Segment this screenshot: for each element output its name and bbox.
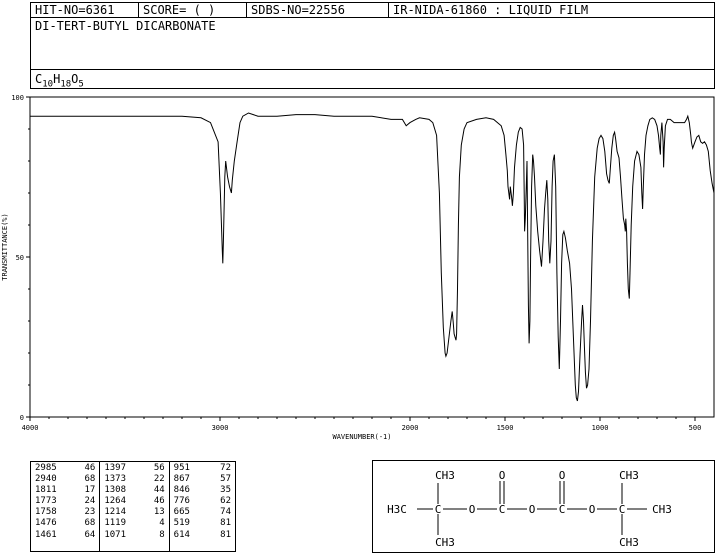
x-tick-label: 3000 xyxy=(212,424,229,432)
peak-wavenumber: 1264 xyxy=(104,496,127,507)
peak-transmittance: 72 xyxy=(220,463,232,473)
peak-row: 951 72 xyxy=(174,463,231,474)
peak-wavenumber: 2985 xyxy=(35,463,57,473)
y-tick-label: 50 xyxy=(16,254,24,262)
plot-frame xyxy=(29,96,715,418)
peak-row: 867 57 xyxy=(174,474,231,485)
peak-transmittance: 68 xyxy=(84,518,96,529)
methyl-top-right: CH3 xyxy=(619,469,639,482)
methyl-left: H3C xyxy=(387,503,407,516)
y-tick-label: 0 xyxy=(20,414,24,422)
y-tick-label: 100 xyxy=(11,94,24,102)
peak-column: 2985 46 2940 68 1811 17 1773 24 1758 23 1476 68 1461… xyxy=(31,462,101,551)
peak-transmittance: 22 xyxy=(153,474,165,485)
oxygen-3: O xyxy=(589,503,596,516)
y-axis-label: TRANSMITTANCE(%) xyxy=(1,213,9,280)
peak-transmittance: 13 xyxy=(153,507,165,518)
x-tick-label: 4000 xyxy=(22,424,39,432)
peak-transmittance: 4 xyxy=(159,518,165,529)
x-tick-label: 1500 xyxy=(497,424,514,432)
peak-transmittance: 74 xyxy=(220,507,232,518)
peak-wavenumber: 1811 xyxy=(35,485,57,496)
peak-row: 665 74 xyxy=(174,507,231,518)
peak-transmittance: 17 xyxy=(84,485,96,496)
peak-transmittance: 64 xyxy=(84,529,96,540)
peak-row: 1476 68 xyxy=(35,518,95,529)
peak-wavenumber: 1308 xyxy=(104,485,127,496)
peak-wavenumber: 846 xyxy=(173,485,190,496)
peak-wavenumber: 1373 xyxy=(104,474,127,485)
peak-transmittance: 23 xyxy=(84,507,96,518)
carbon-3: C xyxy=(559,503,566,516)
methyl-top-left: CH3 xyxy=(435,469,455,482)
peak-transmittance: 46 xyxy=(153,496,165,507)
x-tick-label: 1000 xyxy=(592,424,609,432)
peak-transmittance: 57 xyxy=(220,474,232,485)
x-tick-label: 2000 xyxy=(402,424,419,432)
peak-row: 1071 8 xyxy=(104,530,164,541)
peak-wavenumber: 1214 xyxy=(104,507,127,518)
peak-row: 776 62 xyxy=(174,496,231,507)
peak-column: 951 72 867 57 846 35 776 62 665 74 519 81 614 81 xyxy=(170,462,235,551)
peak-table: 2985 46 2940 68 1811 17 1773 24 1758 23 1476 68 1461… xyxy=(30,461,236,552)
peak-row: 1397 56 xyxy=(104,463,164,474)
methyl-bottom-right: CH3 xyxy=(619,536,639,549)
peak-wavenumber: 1758 xyxy=(35,507,57,518)
carbonyl-oxygen-1: O xyxy=(499,469,506,482)
peak-transmittance: 35 xyxy=(220,485,232,496)
peak-wavenumber: 614 xyxy=(173,529,190,540)
peak-row: 2940 68 xyxy=(35,474,95,485)
peak-wavenumber: 1119 xyxy=(104,518,127,529)
peak-wavenumber: 519 xyxy=(173,518,190,529)
peak-transmittance: 8 xyxy=(159,529,165,540)
peak-wavenumber: 1461 xyxy=(35,529,57,540)
peak-wavenumber: 1071 xyxy=(104,529,127,540)
peak-row: 1758 23 xyxy=(35,507,95,518)
x-axis-label: WAVENUMBER(-1) xyxy=(332,433,391,441)
peak-row: 614 81 xyxy=(174,530,231,541)
peak-row: 1264 46 xyxy=(104,496,164,507)
peak-wavenumber: 1397 xyxy=(104,463,127,473)
oxygen-1: O xyxy=(469,503,476,516)
peak-row: 846 35 xyxy=(174,485,231,496)
peak-row: 1308 44 xyxy=(104,485,164,496)
peak-transmittance: 44 xyxy=(153,485,165,496)
oxygen-2: O xyxy=(529,503,536,516)
carbon-2: C xyxy=(499,503,506,516)
peak-wavenumber: 951 xyxy=(173,463,190,473)
peak-row: 519 81 xyxy=(174,518,231,529)
peak-transmittance: 62 xyxy=(220,496,232,507)
peak-row: 1811 17 xyxy=(35,485,95,496)
carbon-4: C xyxy=(619,503,626,516)
peak-row: 2985 46 xyxy=(35,463,95,474)
peak-wavenumber: 1773 xyxy=(35,496,57,507)
peak-transmittance: 24 xyxy=(84,496,96,507)
peak-wavenumber: 1476 xyxy=(35,518,57,529)
peak-row: 1119 4 xyxy=(104,518,164,529)
chemical-structure: H3C C O C O C O C CH3 O O CH3 CH3 CH3 CH… xyxy=(387,469,672,549)
peak-wavenumber: 2940 xyxy=(35,474,57,485)
peak-row: 1373 22 xyxy=(104,474,164,485)
x-tick-label: 500 xyxy=(689,424,702,432)
peak-transmittance: 46 xyxy=(84,463,96,473)
ir-spectrum-chart: 4000 3000 2000 1500 1000 500100500WAVENUMBER(… xyxy=(1,94,715,441)
peak-row: 1214 13 xyxy=(104,507,164,518)
peak-transmittance: 68 xyxy=(84,474,96,485)
carbonyl-oxygen-2: O xyxy=(559,469,566,482)
peak-wavenumber: 867 xyxy=(173,474,190,485)
spectrum-line xyxy=(30,112,715,402)
methyl-right: CH3 xyxy=(652,503,672,516)
peak-transmittance: 81 xyxy=(220,518,232,529)
peak-transmittance: 81 xyxy=(220,529,232,540)
structure-box: H3C C O C O C O C CH3 O O CH3 CH3 CH3 CH… xyxy=(372,460,715,553)
peak-wavenumber: 665 xyxy=(173,507,190,518)
peak-column: 1397 56 1373 22 1308 44 1264 46 1214 13 1119 4 1071 8 xyxy=(100,462,170,551)
methyl-bottom-left: CH3 xyxy=(435,536,455,549)
peak-wavenumber: 776 xyxy=(173,496,190,507)
peak-transmittance: 56 xyxy=(153,463,165,473)
carbon-1: C xyxy=(435,503,442,516)
peak-row: 1773 24 xyxy=(35,496,95,507)
peak-row: 1461 64 xyxy=(35,530,95,541)
